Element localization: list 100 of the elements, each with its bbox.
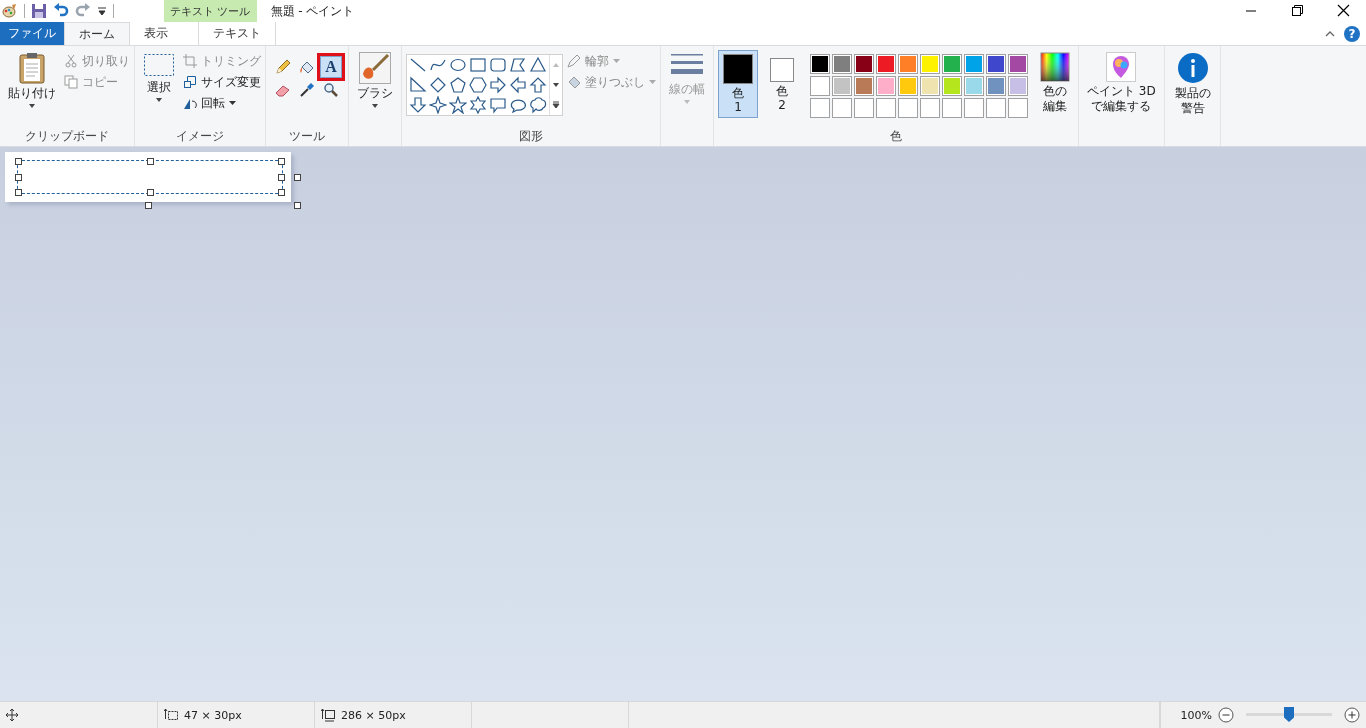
help-icon[interactable]: ?	[1344, 25, 1360, 42]
empty-color-slot[interactable]	[854, 98, 874, 118]
empty-color-slot[interactable]	[810, 98, 830, 118]
scissors-icon	[64, 54, 78, 68]
caret-icon[interactable]	[371, 103, 379, 109]
clipboard-icon[interactable]	[17, 52, 47, 84]
shape-icon[interactable]	[529, 76, 547, 94]
shape-icon[interactable]	[469, 76, 487, 94]
selection-icon[interactable]	[143, 52, 175, 78]
shape-icon[interactable]	[449, 96, 467, 114]
product-alert-button[interactable]: 製品の警告	[1172, 86, 1213, 116]
shape-icon[interactable]	[409, 56, 427, 74]
resize-handle[interactable]	[278, 189, 285, 196]
color-label: 色 2	[776, 84, 788, 112]
edit-in-paint-3d-button[interactable]: ペイント 3D で編集する	[1087, 84, 1156, 114]
empty-color-slot[interactable]	[876, 98, 896, 118]
empty-color-slot[interactable]	[942, 98, 962, 118]
empty-color-slot[interactable]	[898, 98, 918, 118]
rotate-button[interactable]: 回転	[183, 94, 261, 112]
caret-icon[interactable]	[155, 97, 163, 103]
shape-icon[interactable]	[489, 76, 507, 94]
palette-color[interactable]	[1008, 76, 1028, 96]
caret-icon	[229, 100, 236, 106]
shape-icon[interactable]	[509, 76, 527, 94]
palette-color[interactable]	[1008, 54, 1028, 74]
shape-icon[interactable]	[429, 76, 447, 94]
resize-handle[interactable]	[15, 174, 22, 181]
palette-color[interactable]	[832, 54, 852, 74]
ribbon-tab[interactable]: ファイル	[0, 22, 64, 45]
color-2-button[interactable]: 色 2	[762, 50, 802, 118]
brush-icon[interactable]	[359, 52, 391, 84]
select-button[interactable]: 選択	[147, 80, 171, 95]
palette-color[interactable]	[876, 76, 896, 96]
palette-color[interactable]	[876, 54, 896, 74]
shape-icon[interactable]	[449, 56, 467, 74]
shape-icon[interactable]	[529, 56, 547, 74]
pencil-icon	[275, 59, 291, 75]
group-label: 色	[889, 128, 903, 145]
empty-color-slot[interactable]	[986, 98, 1006, 118]
resize-button[interactable]: サイズ変更	[183, 73, 261, 91]
brush-button[interactable]: ブラシ	[357, 86, 393, 101]
magnifier-icon	[323, 82, 339, 98]
empty-color-slot[interactable]	[920, 98, 940, 118]
resize-handle[interactable]	[15, 158, 22, 165]
slider-thumb[interactable]	[1284, 707, 1294, 722]
color-1-button[interactable]: 色 1	[718, 50, 758, 118]
palette-color[interactable]	[964, 54, 984, 74]
resize-handle[interactable]	[278, 158, 285, 165]
zoom-in-icon[interactable]	[1344, 707, 1360, 723]
edit-colors-button[interactable]: 色の編集	[1040, 84, 1070, 114]
paint-3d-icon[interactable]	[1106, 52, 1137, 82]
palette-color[interactable]	[986, 76, 1006, 96]
info-icon[interactable]	[1176, 52, 1209, 84]
customize-caret-icon[interactable]	[97, 6, 107, 16]
tool-button[interactable]: A	[320, 56, 342, 78]
palette-color[interactable]	[810, 76, 830, 96]
undo-icon[interactable]	[53, 3, 69, 19]
zoom-out-icon[interactable]	[1218, 707, 1234, 723]
palette-color[interactable]	[854, 54, 874, 74]
canvas-size-icon	[321, 708, 335, 722]
palette-color[interactable]	[832, 76, 852, 96]
palette-color[interactable]	[920, 54, 940, 74]
palette-color[interactable]	[854, 76, 874, 96]
shape-icon[interactable]	[469, 96, 487, 114]
palette-color[interactable]	[964, 76, 984, 96]
palette-color[interactable]	[810, 54, 830, 74]
save-icon[interactable]	[31, 3, 47, 19]
ribbon-tab[interactable]: ホーム	[64, 22, 130, 45]
shape-icon[interactable]	[509, 96, 527, 114]
shape-icon[interactable]	[529, 96, 547, 114]
resize-handle[interactable]	[278, 174, 285, 181]
shape-icon[interactable]	[509, 56, 527, 74]
shape-icon[interactable]	[489, 96, 507, 114]
palette-color[interactable]	[942, 76, 962, 96]
shape-icon[interactable]	[429, 96, 447, 114]
palette-color[interactable]	[942, 54, 962, 74]
paste-button[interactable]: 貼り付け	[8, 86, 56, 101]
shape-icon[interactable]	[489, 56, 507, 74]
scroll-down-icon[interactable]	[552, 81, 560, 89]
shape-icon[interactable]	[449, 76, 467, 94]
empty-color-slot[interactable]	[832, 98, 852, 118]
palette-color[interactable]	[898, 76, 918, 96]
resize-handle[interactable]	[294, 174, 301, 181]
empty-color-slot[interactable]	[1008, 98, 1028, 118]
palette-color[interactable]	[986, 54, 1006, 74]
palette-color[interactable]	[920, 76, 940, 96]
caret-icon[interactable]	[28, 103, 36, 109]
resize-handle[interactable]	[294, 202, 301, 209]
text-box-selection[interactable]	[17, 160, 283, 194]
resize-handle[interactable]	[147, 158, 154, 165]
canvas-size: 286 × 50px	[341, 708, 406, 722]
resize-handle[interactable]	[15, 189, 22, 196]
shape-icon[interactable]	[409, 76, 427, 94]
drawing-canvas[interactable]	[5, 152, 291, 202]
rainbow-icon[interactable]	[1040, 52, 1070, 82]
shape-icon[interactable]	[409, 96, 427, 114]
empty-color-slot[interactable]	[964, 98, 984, 118]
ribbon-tab[interactable]: 表示	[130, 22, 182, 45]
expand-gallery-icon[interactable]	[552, 101, 560, 109]
palette-color[interactable]	[898, 54, 918, 74]
